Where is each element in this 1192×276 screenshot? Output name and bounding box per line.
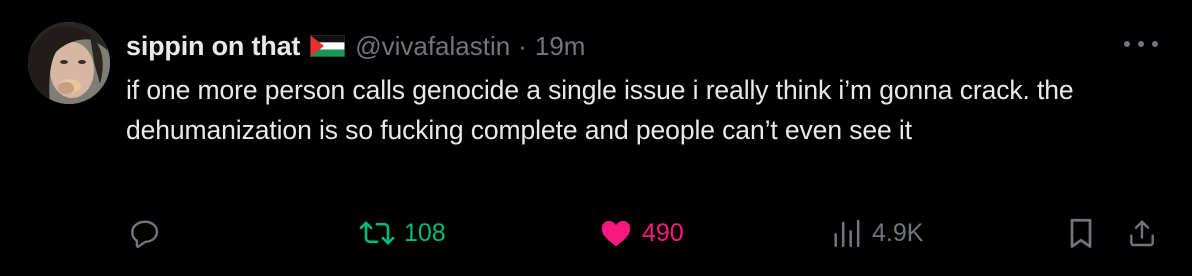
more-dot — [1138, 41, 1144, 47]
retweet-icon — [359, 221, 395, 245]
views-chart-icon — [834, 219, 860, 248]
tweet[interactable]: sippin on that @vivafalastin · 19m if on… — [0, 0, 1192, 276]
bookmark-icon — [1070, 218, 1092, 248]
bookmark-button[interactable] — [1066, 213, 1096, 253]
retweet-count: 108 — [404, 218, 446, 247]
avatar[interactable] — [28, 22, 110, 104]
reply-icon — [131, 220, 159, 248]
share-icon — [1130, 220, 1154, 247]
like-button[interactable]: 490 — [598, 213, 684, 253]
retweet-button[interactable]: 108 — [358, 213, 446, 253]
action-bar: 108 490 4.9K — [0, 213, 1192, 253]
timestamp[interactable]: 19m — [535, 31, 586, 62]
separator-dot: · — [518, 30, 527, 61]
more-dot — [1152, 41, 1158, 47]
like-count: 490 — [642, 218, 684, 247]
tweet-text: if one more person calls genocide a sing… — [126, 75, 1074, 145]
more-icon[interactable] — [1124, 32, 1158, 56]
views-count: 4.9K — [872, 218, 924, 247]
reply-button[interactable] — [127, 213, 163, 253]
tweet-header: sippin on that @vivafalastin · 19m — [126, 28, 585, 64]
views-button[interactable]: 4.9K — [830, 213, 923, 253]
more-dot — [1124, 41, 1130, 47]
author-handle[interactable]: @vivafalastin — [355, 31, 510, 62]
palestine-flag-icon — [310, 35, 346, 57]
share-button[interactable] — [1126, 213, 1158, 253]
display-name[interactable]: sippin on that — [126, 31, 300, 62]
heart-icon — [601, 220, 631, 246]
